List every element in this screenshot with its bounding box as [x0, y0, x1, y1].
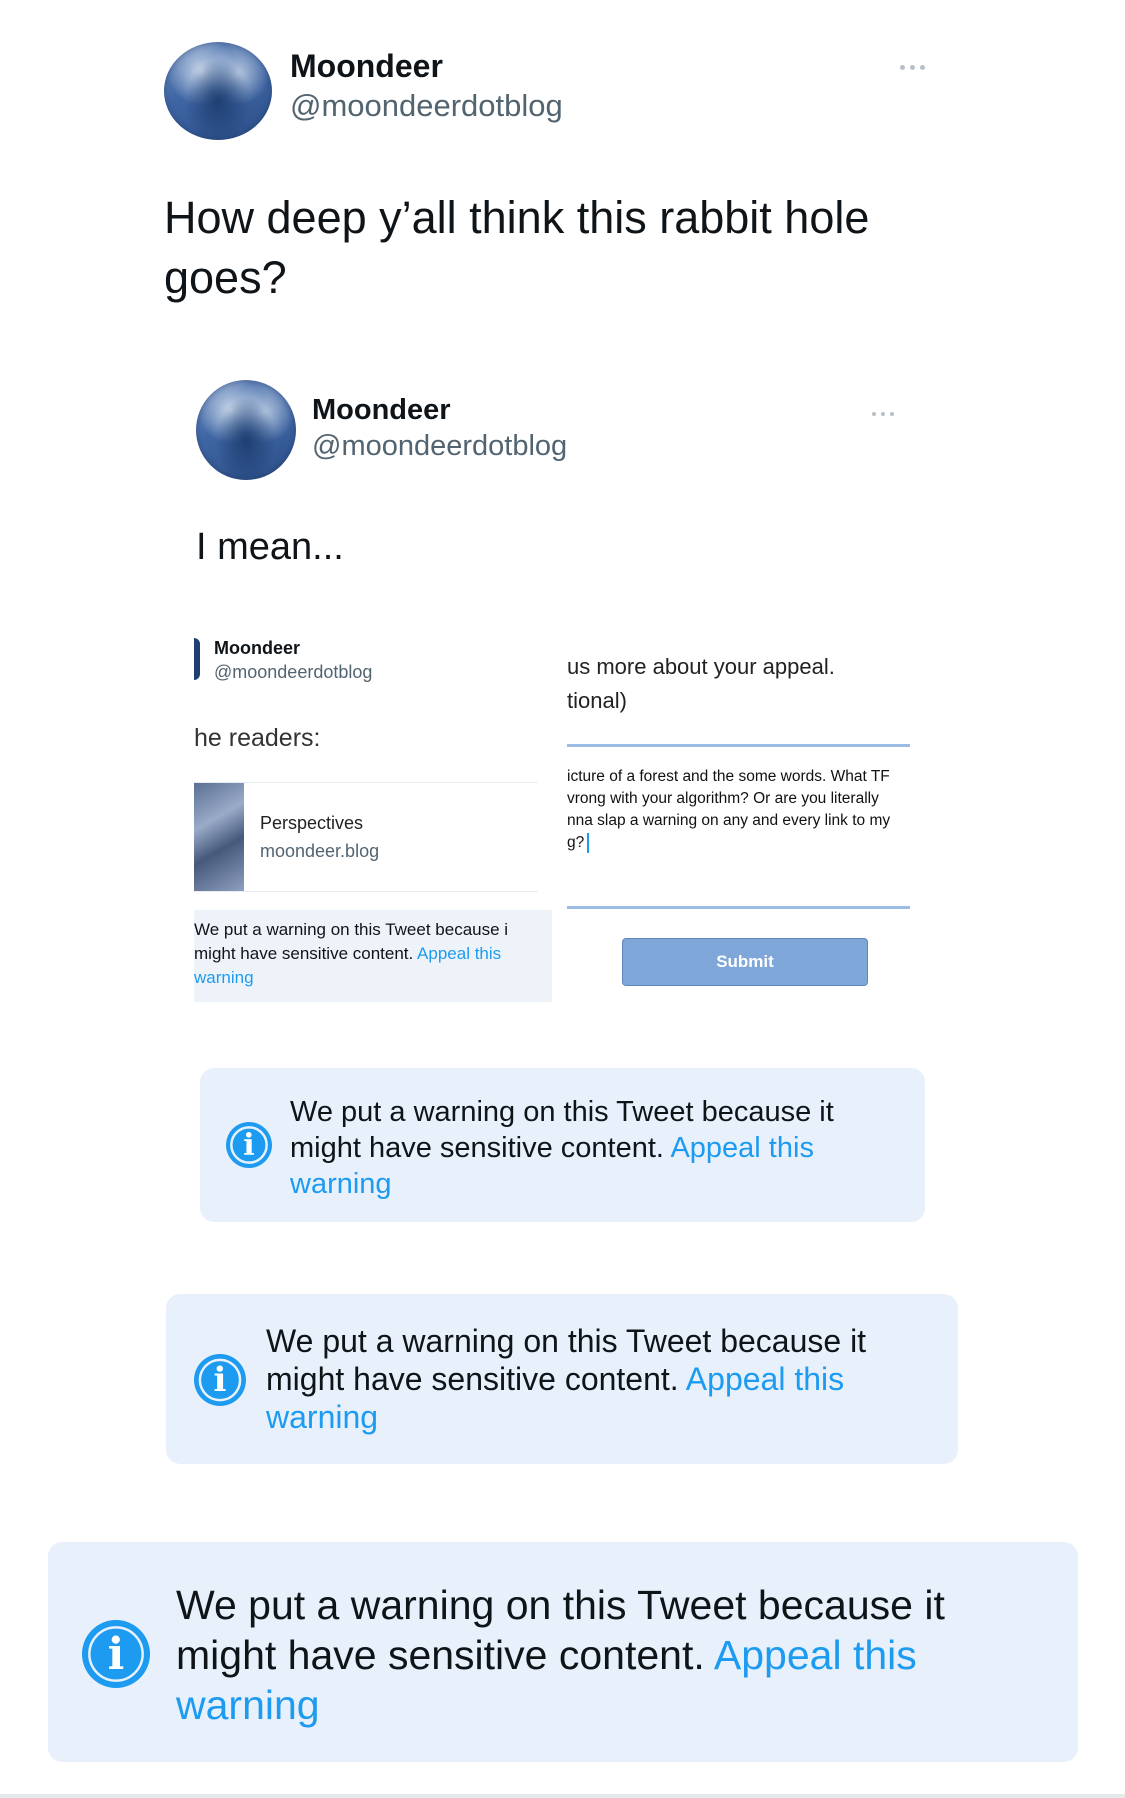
warning-banner: i We put a warning on this Tweet because… [48, 1542, 1078, 1762]
info-icon: i [194, 1354, 246, 1406]
appeal-input-bottom-border [567, 906, 910, 909]
more-dots-icon[interactable] [900, 65, 925, 70]
card-title: Perspectives [260, 813, 364, 833]
appeal-line: icture of a forest and the some words. W… [567, 768, 890, 785]
quoted-author-avatar[interactable] [196, 380, 296, 480]
screenshot-image: Moondeer @moondeerdotblog he readers: Pe… [190, 620, 910, 1020]
appeal-line: g? [567, 834, 585, 851]
author-avatar[interactable] [164, 42, 272, 140]
appeal-textarea: icture of a forest and the some words. W… [567, 766, 910, 854]
info-icon: i [226, 1122, 272, 1168]
appeal-input-top-border [567, 744, 910, 747]
tweet-text: How deep y’all think this rabbit hole go… [164, 192, 870, 303]
mini-author-name: Moondeer [214, 638, 301, 658]
appeal-line: nna slap a warning on any and every link… [567, 812, 891, 829]
author-name[interactable]: Moondeer [290, 48, 443, 85]
readers-text: he readers: [194, 724, 321, 752]
quoted-text: I mean... [196, 526, 344, 568]
mini-avatar-edge [194, 638, 200, 680]
appeal-prompt-line1: us more about your appeal. [567, 654, 835, 679]
mini-warning-banner: We put a warning on this Tweet because i… [194, 910, 552, 1002]
warning-banner: i We put a warning on this Tweet because… [166, 1294, 958, 1464]
quoted-author-name[interactable]: Moondeer [312, 394, 451, 427]
info-icon: i [82, 1620, 150, 1688]
text-cursor [587, 833, 590, 853]
author-handle[interactable]: @moondeerdotblog [290, 88, 563, 124]
appeal-line: vrong with your algorithm? Or are you li… [567, 790, 879, 807]
card-domain: moondeer.blog [260, 841, 380, 861]
quoted-author-handle[interactable]: @moondeerdotblog [312, 430, 567, 463]
appeal-prompt-line2: tional) [567, 688, 627, 713]
submit-button: Submit [622, 938, 868, 986]
quoted-more-dots-icon[interactable] [872, 412, 894, 416]
bottom-divider [0, 1794, 1125, 1798]
mini-author-handle: @moondeerdotblog [214, 662, 373, 682]
card-thumbnail [194, 783, 244, 891]
link-card: Perspectives moondeer.blog [194, 782, 538, 892]
warning-banner: i We put a warning on this Tweet because… [200, 1068, 925, 1222]
